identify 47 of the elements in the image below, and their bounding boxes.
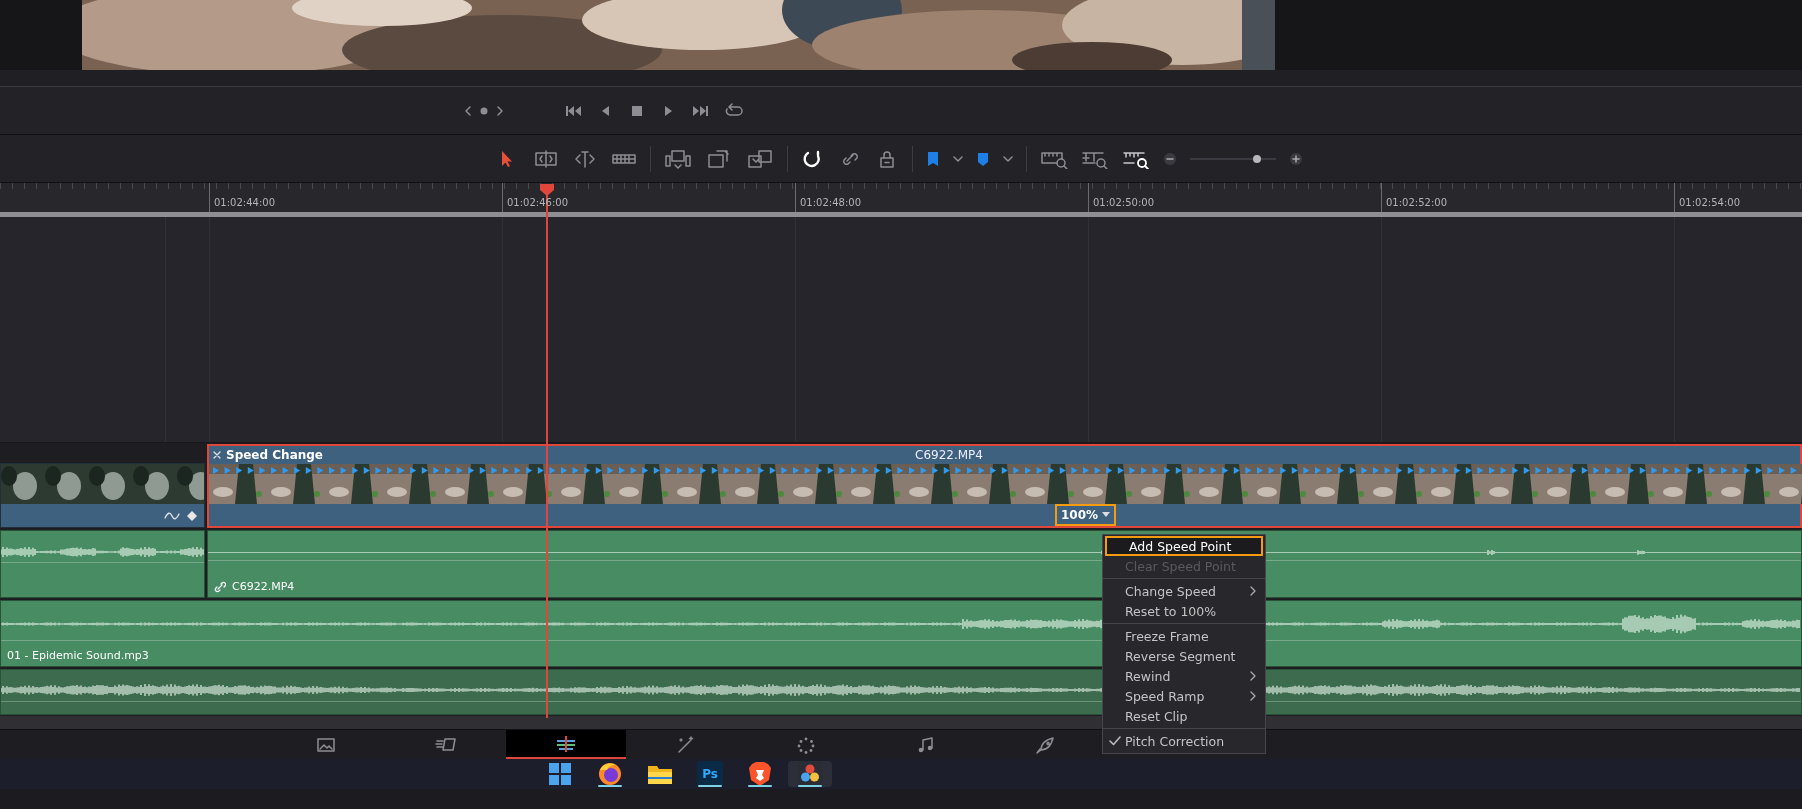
menu-item[interactable]: Reverse Segment [1103, 646, 1265, 666]
dynamic-trim-icon[interactable] [572, 148, 598, 169]
clip-name: 01 - Epidemic Sound.mp3 [7, 649, 149, 662]
rocket-icon [1035, 735, 1057, 754]
skip-to-start-icon[interactable] [564, 103, 584, 118]
browser-icon [597, 761, 623, 787]
slider-thumb[interactable] [1253, 154, 1262, 163]
chevron-right-icon[interactable] [494, 103, 506, 118]
video-clip[interactable]: Speed Change C6922.MP4 100% [207, 444, 1802, 528]
windows-icon [548, 762, 572, 786]
menu-item[interactable]: Reset to 100% [1103, 601, 1265, 621]
replace-clip-icon[interactable] [746, 148, 774, 169]
clip-name: C6922.MP4 [232, 580, 295, 593]
skip-to-end-icon[interactable] [690, 103, 710, 118]
lion-shield-icon [748, 761, 772, 787]
clip-name: C6922.MP4 [915, 448, 983, 462]
link-icon [214, 580, 226, 593]
menu-item[interactable]: Add Speed Point [1105, 536, 1263, 556]
insert-clip-icon[interactable] [664, 148, 692, 169]
menu-item[interactable]: Reset Clip [1103, 706, 1265, 726]
speed-dropdown[interactable]: 100% [1055, 504, 1117, 526]
menu-item[interactable]: Change Speed [1103, 581, 1265, 601]
menu-item[interactable]: Speed Ramp [1103, 686, 1265, 706]
media-page-icon [315, 735, 337, 754]
edit-page-icon [555, 734, 577, 753]
caret-icon[interactable] [1102, 512, 1111, 518]
audio-clip[interactable] [0, 530, 205, 598]
video-clip[interactable] [0, 463, 205, 528]
close-icon[interactable] [212, 450, 222, 460]
menu-item[interactable]: Freeze Frame [1103, 626, 1265, 646]
dot-ring-icon [795, 735, 817, 754]
taskbar-app[interactable] [788, 761, 832, 787]
taskbar-app[interactable]: Ps [688, 761, 732, 787]
zoom-out-icon[interactable] [1163, 151, 1177, 166]
photoshop-logo: Ps [697, 761, 723, 787]
zoom-in-icon[interactable] [1289, 151, 1303, 166]
timeline-scroll-bar[interactable] [0, 212, 1802, 217]
trim-icon[interactable] [533, 148, 559, 169]
loop-icon[interactable] [723, 102, 745, 119]
cut-page-icon [435, 735, 457, 754]
page-tab[interactable] [506, 730, 626, 759]
folder-icon [647, 763, 673, 785]
menu-item[interactable]: Pitch Correction [1103, 731, 1265, 751]
menu-item[interactable]: Rewind [1103, 666, 1265, 686]
chevron-left-icon[interactable] [462, 103, 474, 118]
keyframe-icon [186, 509, 198, 522]
effect-title: Speed Change [226, 448, 323, 462]
